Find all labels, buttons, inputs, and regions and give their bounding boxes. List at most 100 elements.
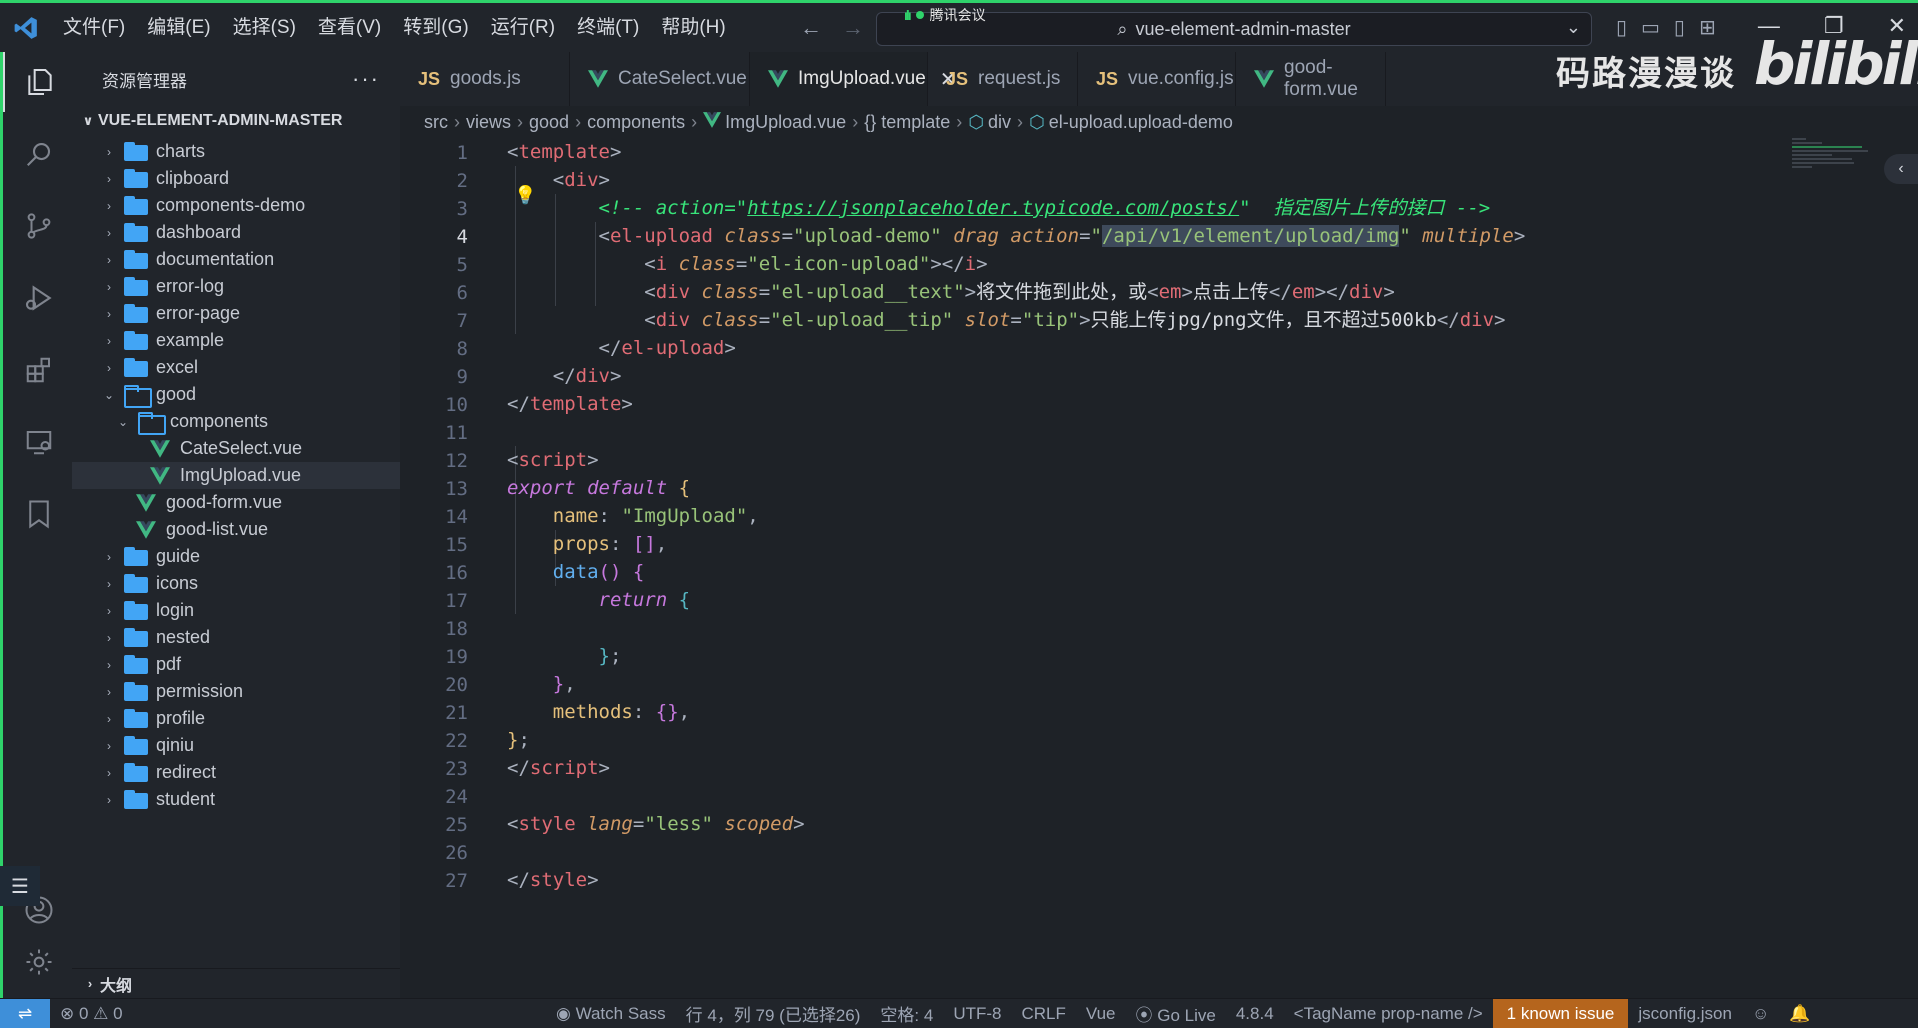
go-live-button[interactable]: ⦿ Go Live (1126, 1001, 1226, 1026)
tree-folder-item[interactable]: › student (72, 786, 400, 813)
tagname-format[interactable]: <TagName prop-name /> (1284, 1004, 1493, 1024)
tree-folder-item[interactable]: › components-demo (72, 192, 400, 219)
search-sidebar-icon[interactable] (3, 124, 75, 184)
menu-selection[interactable]: 选择(S) (222, 3, 307, 52)
extensions-icon[interactable] (3, 340, 75, 400)
editor-tab[interactable]: ImgUpload.vue ✕ (750, 52, 957, 106)
outline-section[interactable]: › 大纲 (72, 968, 400, 998)
tree-folder-item[interactable]: ⌄ good (72, 381, 400, 408)
editor-tab[interactable]: JS vue.config.js (1078, 52, 1236, 106)
editor-tab[interactable]: JS goods.js (400, 52, 570, 106)
feedback-icon[interactable]: ☺ (1742, 1004, 1779, 1024)
menu-terminal[interactable]: 终端(T) (566, 3, 650, 52)
code-line: methods: {}, (552, 701, 691, 723)
tree-file-item[interactable]: CateSelect.vue (72, 435, 400, 462)
tree-folder-item[interactable]: › profile (72, 705, 400, 732)
menu-help[interactable]: 帮助(H) (650, 3, 736, 52)
tree-folder-item[interactable]: › icons (72, 570, 400, 597)
drawer-list-icon[interactable]: ☰ (0, 866, 40, 906)
tree-folder-item[interactable]: › documentation (72, 246, 400, 273)
tree-folder-item[interactable]: › excel (72, 354, 400, 381)
back-arrow-icon[interactable]: ← (800, 15, 822, 41)
breadcrumb-template[interactable]: {} template (864, 112, 950, 133)
minimap[interactable] (1792, 138, 1872, 198)
workspace-root[interactable]: ∨ VUE-ELEMENT-ADMIN-MASTER (72, 106, 400, 136)
vue-file-icon (136, 520, 158, 539)
remote-explorer-icon[interactable] (3, 412, 75, 472)
js-file-icon: JS (1096, 68, 1119, 89)
tree-item-label: profile (156, 708, 206, 728)
customize-layout-icon[interactable]: ⊞ (1699, 15, 1716, 40)
notifications-bell-icon[interactable]: 🔔 (1779, 1004, 1820, 1024)
menu-edit[interactable]: 编辑(E) (136, 3, 221, 52)
breadcrumb-views[interactable]: views (466, 112, 511, 133)
tree-folder-item[interactable]: › qiniu (72, 732, 400, 759)
known-issue-badge[interactable]: 1 known issue (1492, 998, 1629, 1028)
tree-folder-item[interactable]: ⌄ components (72, 408, 400, 435)
tab-label: vue.config.js (1128, 68, 1234, 89)
tree-folder-item[interactable]: › guide (72, 543, 400, 570)
editor-tab[interactable]: JS request.js (928, 52, 1078, 106)
tree-folder-item[interactable]: › clipboard (72, 165, 400, 192)
folder-open-icon (124, 385, 152, 408)
tree-folder-item[interactable]: › permission (72, 678, 400, 705)
tree-folder-item[interactable]: › dashboard (72, 219, 400, 246)
tree-file-item[interactable]: good-list.vue (72, 516, 400, 543)
line-number: 19 (445, 646, 468, 668)
chevron-right-icon: › (107, 306, 111, 321)
problems-count[interactable]: ⊗ 0 ⚠ 0 (50, 1004, 133, 1024)
menu-file[interactable]: 文件(F) (52, 3, 136, 52)
tree-folder-item[interactable]: › login (72, 597, 400, 624)
meeting-label: 腾讯会议 (929, 7, 986, 23)
line-number: 4 (456, 226, 468, 248)
js-file-icon: JS (946, 68, 969, 89)
more-actions-icon[interactable]: ··· (352, 66, 380, 92)
tree-folder-item[interactable]: › error-log (72, 273, 400, 300)
explorer-icon[interactable] (3, 52, 75, 112)
indentation[interactable]: 空格: 4 (870, 1001, 943, 1026)
toggle-panel-icon[interactable]: ▭ (1641, 15, 1660, 40)
end-of-line[interactable]: CRLF (1011, 1004, 1075, 1024)
language-mode[interactable]: Vue (1076, 1004, 1126, 1024)
chevron-right-icon: › (107, 657, 111, 672)
tree-folder-item[interactable]: › error-page (72, 300, 400, 327)
typescript-version[interactable]: 4.8.4 (1226, 1004, 1284, 1024)
watch-sass-button[interactable]: ◉ Watch Sass (546, 1004, 676, 1024)
remote-indicator-icon[interactable]: ⇌ (0, 998, 50, 1028)
menu-view[interactable]: 查看(V) (307, 3, 392, 52)
breadcrumb-src[interactable]: src (424, 112, 448, 133)
bookmarks-icon[interactable] (3, 484, 75, 544)
breadcrumb-file[interactable]: ImgUpload.vue (725, 112, 846, 133)
chevron-left-icon[interactable]: ‹ (1884, 154, 1918, 184)
toggle-secondary-sidebar-icon[interactable]: ▯ (1674, 15, 1685, 40)
breadcrumb-div[interactable]: div (988, 112, 1011, 133)
folder-icon (124, 277, 148, 296)
toggle-sidebar-icon[interactable]: ▯ (1616, 15, 1627, 40)
tree-folder-item[interactable]: › nested (72, 624, 400, 651)
tree-folder-item[interactable]: › charts (72, 138, 400, 165)
tree-folder-item[interactable]: › pdf (72, 651, 400, 678)
tree-folder-item[interactable]: › redirect (72, 759, 400, 786)
tree-file-item[interactable]: ImgUpload.vue (72, 462, 400, 489)
breadcrumb-upload[interactable]: el-upload.upload-demo (1049, 112, 1233, 133)
breadcrumb-components[interactable]: components (587, 112, 685, 133)
menu-go[interactable]: 转到(G) (392, 3, 479, 52)
forward-arrow-icon[interactable]: → (842, 15, 864, 41)
editor-tab[interactable]: CateSelect.vue (570, 52, 750, 106)
chevron-down-icon[interactable]: ⌄ (1566, 17, 1581, 38)
line-number: 10 (445, 394, 468, 416)
source-control-icon[interactable] (3, 196, 75, 256)
code-line: </script> (507, 757, 610, 779)
cursor-position[interactable]: 行 4，列 79 (已选择26) (676, 1001, 871, 1026)
jsconfig-indicator[interactable]: jsconfig.json (1628, 1004, 1742, 1024)
run-debug-icon[interactable] (3, 268, 75, 328)
menu-run[interactable]: 运行(R) (480, 3, 566, 52)
encoding[interactable]: UTF-8 (943, 1004, 1011, 1024)
code-editor[interactable]: 1 2 3 4 5 6 7 8 9 10 11 12 13 14 15 16 17 18 19 20 21 22 23 24 2… (400, 138, 1918, 998)
editor-tab[interactable]: good-form.vue (1236, 52, 1386, 106)
breadcrumb-good[interactable]: good (529, 112, 569, 133)
tree-file-item[interactable]: good-form.vue (72, 489, 400, 516)
code-line: return { (598, 589, 691, 611)
tree-folder-item[interactable]: › example (72, 327, 400, 354)
manage-gear-icon[interactable] (3, 932, 75, 992)
